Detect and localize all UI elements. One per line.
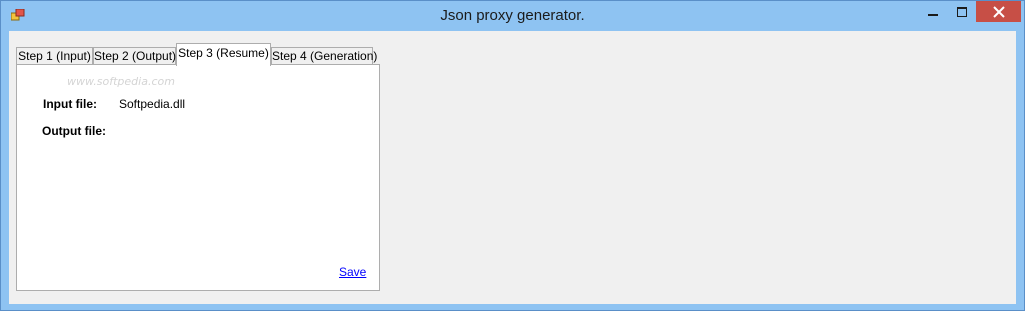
- minimize-button[interactable]: [919, 1, 947, 22]
- input-file-label: Input file:: [43, 97, 97, 111]
- tab-step-3-resume[interactable]: Step 3 (Resume): [176, 43, 271, 66]
- title-bar[interactable]: Json proxy generator.: [1, 1, 1024, 31]
- save-link[interactable]: Save: [339, 265, 366, 279]
- minimize-icon: [928, 13, 938, 16]
- input-file-value: Softpedia.dll: [119, 97, 186, 111]
- client-area: Step 1 (Input) Step 2 (Output) Step 3 (R…: [9, 31, 1016, 304]
- tab-step-1-input[interactable]: Step 1 (Input): [16, 47, 93, 65]
- watermark: www.softpedia.com: [67, 75, 175, 88]
- tab-step-4-generation[interactable]: Step 4 (Generation): [271, 47, 377, 65]
- window-title: Json proxy generator.: [440, 7, 585, 24]
- close-button[interactable]: [976, 1, 1021, 22]
- maximize-button[interactable]: [948, 1, 975, 22]
- tab-step-2-output[interactable]: Step 2 (Output): [93, 47, 176, 65]
- output-file-label: Output file:: [42, 124, 106, 138]
- maximize-icon: [956, 6, 967, 17]
- app-window: Json proxy generator. Step 1 (Input) Ste…: [0, 0, 1025, 311]
- resume-panel: www.softpedia.com Input file: Softpedia.…: [16, 64, 380, 291]
- close-icon: [992, 5, 1005, 18]
